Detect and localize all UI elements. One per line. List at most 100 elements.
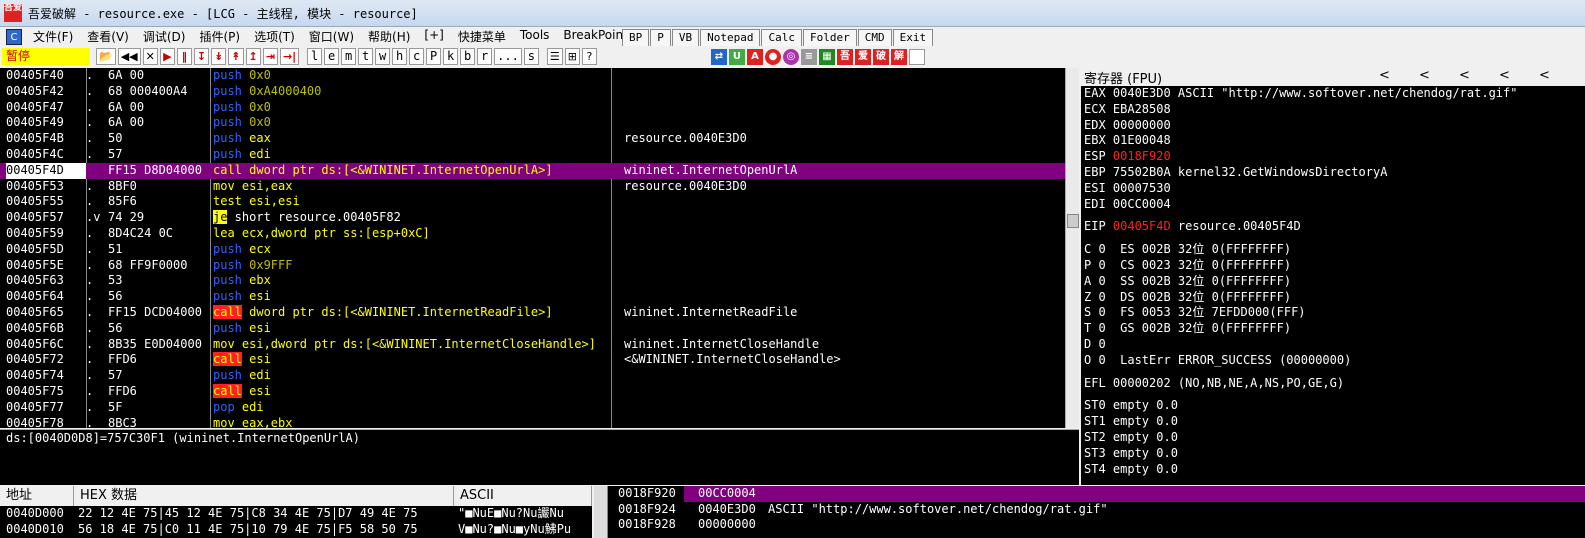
record-icon[interactable]: ● [764,48,781,65]
toolbar-control-button[interactable]: ⇥ [262,48,278,65]
toolbar-window-button[interactable]: c [409,48,425,65]
toolbar-window-button[interactable]: e [324,48,340,65]
chevron-left-icon[interactable]: < [1379,68,1390,83]
fpu-register-line[interactable]: ST1 empty 0.0 [1081,414,1585,430]
registers-pane[interactable]: 寄存器 (FPU) < < < < < EAX 0040E3D0 ASCII "… [1081,68,1585,485]
toolbar-control-button[interactable]: ↥ [245,48,261,65]
toolbar-control-button[interactable]: ✕ [142,48,158,65]
fpu-register-line[interactable]: ST4 empty 0.0 [1081,462,1585,478]
register-line[interactable]: EBP 75502B0A kernel32.GetWindowsDirector… [1081,165,1585,181]
toolbar-extra-button[interactable]: ? [581,48,597,65]
dump-col-hex[interactable]: HEX 数据 [74,486,454,506]
menu-item[interactable]: 插件(P) [192,28,247,45]
disasm-row[interactable]: 00405F59. 8D4C24 0C lea ecx,dword ptr ss:[… [0,226,1065,242]
toolbar-extra-button[interactable]: ⊞ [564,48,580,65]
disasm-row[interactable]: 00405F78. 8BC3 mov eax,ebx [0,416,1065,428]
register-line[interactable]: ESI 00007530 [1081,181,1585,197]
menu-item[interactable]: 窗口(W) [302,28,361,45]
toolbar-window-button[interactable]: l [307,48,323,65]
chevron-left-icon[interactable]: < [1539,68,1550,83]
plugin-button[interactable]: Exit [892,29,934,47]
register-line[interactable]: EDX 00000000 [1081,118,1585,134]
stack-row[interactable]: 0018F924 0040E3D0 ASCII "http://www.softov… [594,502,1585,518]
flag-line[interactable]: A 0 SS 002B 32位 0(FFFFFFFF) [1081,274,1585,290]
registers-header[interactable]: 寄存器 (FPU) < < < < < [1081,68,1585,87]
disasm-row[interactable]: 00405F63. 53 push ebx [0,273,1065,289]
toolbar-extra-button[interactable]: ☰ [546,48,563,65]
toolbar-window-button[interactable]: s [523,48,539,65]
stack-row[interactable]: 0018F920 00CC0004 [594,486,1585,502]
blank-icon[interactable] [908,48,925,65]
flag-line[interactable]: S 0 FS 0053 32位 7EFDD000(FFF) [1081,305,1585,321]
toolbar-control-button[interactable]: ↧ [193,48,210,65]
menu-item[interactable]: 帮助(H) [361,28,417,45]
menu-item[interactable]: Tools [513,28,557,45]
plugin-button[interactable]: Calc [761,29,802,47]
disasm-row[interactable]: 00405F65. FF15 DCD04000 call dword ptr ds:… [0,304,1065,321]
disasm-row[interactable]: 00405F47. 6A 00 push 0x0 [0,100,1065,116]
menu-item[interactable]: 文件(F) [26,28,80,45]
plugin-button[interactable]: CMD [857,29,892,47]
chevron-left-icon[interactable]: < [1459,68,1470,83]
register-line[interactable]: EAX 0040E3D0 ASCII "http://www.softover.… [1081,86,1585,102]
menu-item[interactable]: 选项(T) [247,28,302,45]
disasm-row[interactable]: 00405F4B. 50 push eax resource.0040E3D0 [0,131,1065,147]
wu-icon[interactable]: 吾 [836,48,853,65]
disasm-row[interactable]: 00405F5D. 51 push ecx [0,242,1065,258]
toolbar-window-button[interactable]: r [477,48,493,65]
toolbar-control-button[interactable]: ◀◀ [117,48,141,65]
chevron-left-icon[interactable]: < [1499,68,1510,83]
fpu-register-line[interactable]: ST0 empty 0.0 [1081,398,1585,414]
flag-line[interactable]: Z 0 DS 002B 32位 0(FFFFFFFF) [1081,290,1585,306]
disasm-row[interactable]: 00405F57 .v 74 29 je short resource.00405F8… [0,210,1065,226]
disassembly-pane[interactable]: 00405F40. 6A 00 push 0x0 00405F42. 68 000400… [0,68,1065,428]
flag-line[interactable]: C 0 ES 002B 32位 0(FFFFFFFF) [1081,242,1585,258]
disasm-row[interactable]: 00405F64. 56 push esi [0,289,1065,305]
jie-icon[interactable]: 解 [890,48,907,65]
ai-icon[interactable]: 爱 [854,48,871,65]
disasm-row[interactable]: 00405F75. FFD6 call esi [0,383,1065,400]
cpu-window-icon[interactable]: C [6,28,22,45]
toolbar-window-button[interactable]: P [426,48,442,65]
disasm-row[interactable]: 00405F4D FF15 D8D04000 call dword ptr ds:[… [0,162,1065,179]
toolbar-window-button[interactable]: w [375,48,391,65]
calc-icon[interactable]: ▦ [818,48,835,65]
disasm-row[interactable]: 00405F6B. 56 push esi [0,321,1065,337]
memory-dump-pane[interactable]: 地址 HEX 数据 ASCII 0040D000 22 12 4E 75|45 1… [0,486,592,538]
menu-item[interactable]: 查看(V) [80,28,136,45]
disasm-row[interactable]: 00405F55. 85F6 test esi,esi [0,194,1065,210]
register-line[interactable]: ESP 0018F920 [1081,149,1585,165]
plugin-icon[interactable]: U [728,48,745,65]
plugin-button[interactable]: P [650,29,671,47]
toolbar-control-button[interactable]: →| [279,48,300,65]
plugin-button[interactable]: VB [671,29,700,47]
toolbar-control-button[interactable]: 📂 [96,48,116,65]
register-line[interactable]: EDI 00CC0004 [1081,197,1585,213]
fpu-register-line[interactable]: ST2 empty 0.0 [1081,430,1585,446]
chevron-left-icon[interactable]: < [1419,68,1430,83]
register-eip[interactable]: EIP 00405F4D resource.00405F4D [1081,219,1585,235]
toolbar-window-button[interactable]: t [358,48,374,65]
plugin-button[interactable]: Folder [802,29,857,47]
po-icon[interactable]: 破 [872,48,889,65]
dump-col-ascii[interactable]: ASCII [454,486,592,506]
disasm-row[interactable]: 00405F42. 68 000400A4 push 0xA4000400 [0,84,1065,100]
disasm-row[interactable]: 00405F49. 6A 00 push 0x0 [0,115,1065,131]
dump-col-address[interactable]: 地址 [0,486,74,506]
disasm-row[interactable]: 00405F4C. 57 push edi [0,147,1065,163]
plugin-button[interactable]: BP [622,29,650,47]
menu-item[interactable]: [+] [417,28,450,45]
stack-row[interactable]: 0018F928 00000000 [594,517,1585,533]
toolbar-control-button[interactable]: ↟ [228,48,244,65]
register-line[interactable]: EBX 01E00048 [1081,133,1585,149]
dump-row[interactable]: 0040D010 56 18 4E 75|C0 11 4E 75|10 79 4E… [0,522,592,538]
a-icon[interactable]: A [746,48,763,65]
toolbar-control-button[interactable]: ↡ [211,48,227,65]
register-efl[interactable]: EFL 00000202 (NO,NB,NE,A,NS,PO,GE,G) [1081,376,1585,392]
disasm-row[interactable]: 00405F40. 6A 00 push 0x0 [0,68,1065,84]
dump-row[interactable]: 0040D000 22 12 4E 75|45 12 4E 75|C8 34 4E… [0,506,592,522]
toolbar-window-button[interactable]: ... [494,48,522,65]
target-icon[interactable]: ◎ [782,48,799,65]
flag-line[interactable]: T 0 GS 002B 32位 0(FFFFFFFF) [1081,321,1585,337]
toolbar-window-button[interactable]: k [443,48,459,65]
